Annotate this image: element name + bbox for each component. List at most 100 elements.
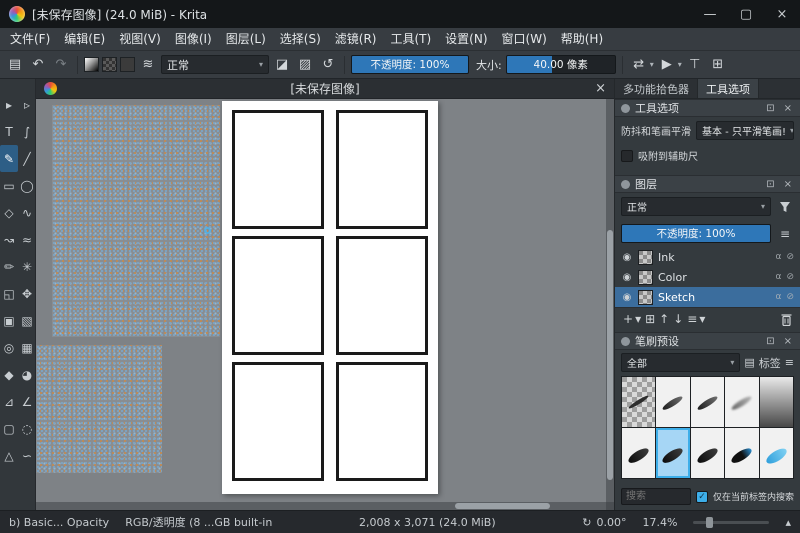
vertical-scrollbar[interactable]	[606, 99, 614, 502]
zoom-slider-track[interactable]	[693, 521, 769, 524]
maximize-button[interactable]: ▢	[728, 0, 764, 28]
chevron-down-icon[interactable]: ▾	[699, 312, 705, 326]
brush-preset[interactable]	[622, 428, 655, 478]
brush-preset[interactable]	[691, 428, 724, 478]
layer-blend-combo[interactable]: 正常 ▾	[621, 197, 771, 216]
layer-row-ink[interactable]: ◉ Ink α ⊘	[615, 247, 800, 267]
brush-preset-selected[interactable]	[656, 428, 689, 478]
tab-tool-options[interactable]: 工具选项	[698, 79, 759, 98]
multibrush-tool[interactable]: ✳	[18, 253, 36, 280]
duplicate-layer-button[interactable]: ⊞	[645, 312, 655, 326]
chevron-down-icon[interactable]: ▾	[678, 60, 682, 69]
close-docker-icon[interactable]: ×	[782, 179, 794, 190]
freehand-select-tool[interactable]: ∽	[18, 442, 36, 469]
layer-filter-icon[interactable]	[776, 197, 794, 216]
layer-properties-button[interactable]: ≡	[687, 312, 697, 326]
freehand-brush-tool[interactable]: ✎	[0, 145, 18, 172]
canvas-viewport[interactable]	[36, 99, 614, 510]
snap-icon[interactable]: ⊤	[685, 55, 705, 75]
visibility-eye-icon[interactable]: ◉	[621, 252, 633, 263]
new-document-icon[interactable]: ▤	[5, 55, 25, 75]
brush-preset[interactable]	[725, 377, 758, 427]
text-tool[interactable]: T	[0, 118, 18, 145]
close-docker-icon[interactable]: ×	[782, 103, 794, 114]
grid-icon[interactable]: ⊞	[708, 55, 728, 75]
brush-preset[interactable]	[656, 377, 689, 427]
redo-icon[interactable]: ↷	[51, 55, 71, 75]
polygon-tool[interactable]: ◇	[0, 199, 18, 226]
menu-select[interactable]: 选择(S)	[273, 28, 328, 50]
chevron-down-icon[interactable]: ▾	[650, 60, 654, 69]
opacity-slider[interactable]: 不透明度: 100%	[351, 55, 469, 74]
wrap-around-icon[interactable]: ▶	[657, 55, 677, 75]
horizontal-scrollbar[interactable]	[36, 502, 606, 510]
preserve-alpha-icon[interactable]: ▨	[295, 55, 315, 75]
zoom-slider-thumb[interactable]	[706, 517, 713, 528]
tag-button[interactable]: 标签	[759, 355, 781, 371]
brush-editor-icon[interactable]: ≋	[138, 55, 158, 75]
alpha-lock-icon[interactable]: ⊘	[786, 292, 794, 302]
menu-layer[interactable]: 图层(L)	[219, 28, 273, 50]
color-swatch[interactable]	[120, 57, 135, 72]
menu-file[interactable]: 文件(F)	[3, 28, 57, 50]
brush-preset[interactable]	[622, 377, 655, 427]
tab-advanced-color-selector[interactable]: 多功能拾色器	[615, 79, 698, 98]
undo-icon[interactable]: ↶	[28, 55, 48, 75]
blend-mode-combo[interactable]: 正常 ▾	[161, 55, 269, 74]
visibility-eye-icon[interactable]: ◉	[621, 292, 633, 303]
ellipse-select-tool[interactable]: ◌	[18, 415, 36, 442]
close-docker-icon[interactable]: ×	[782, 336, 794, 347]
float-docker-icon[interactable]: ⊡	[764, 103, 776, 114]
edit-shapes-tool[interactable]: ▹	[18, 91, 36, 118]
subwindow-close-button[interactable]: ×	[595, 81, 606, 96]
freehand-path-tool[interactable]: ≈	[18, 226, 36, 253]
alpha-lock-icon[interactable]: ⊘	[786, 252, 794, 262]
stabilizer-combo[interactable]: 基本 - 只平滑笔画! ▾	[696, 121, 794, 140]
gradient-swatch[interactable]	[84, 57, 99, 72]
menu-view[interactable]: 视图(V)	[112, 28, 168, 50]
select-shapes-tool[interactable]: ▸	[0, 91, 18, 118]
zoom-menu-caret-icon[interactable]: ▴	[785, 516, 791, 529]
reload-brush-icon[interactable]: ↺	[318, 55, 338, 75]
line-tool[interactable]: ╱	[18, 145, 36, 172]
enclose-fill-tool[interactable]: ◕	[18, 361, 36, 388]
move-layer-down-button[interactable]: ↓	[673, 312, 683, 326]
menu-window[interactable]: 窗口(W)	[495, 28, 554, 50]
menu-tools[interactable]: 工具(T)	[383, 28, 438, 50]
assistants-tool[interactable]: ⊿	[0, 388, 18, 415]
crop-tool[interactable]: ▣	[0, 307, 18, 334]
brush-preset[interactable]	[725, 428, 758, 478]
brush-preset[interactable]	[691, 377, 724, 427]
menu-settings[interactable]: 设置(N)	[438, 28, 494, 50]
ellipse-tool[interactable]: ◯	[18, 172, 36, 199]
add-layer-button[interactable]: +	[623, 312, 633, 326]
alpha-icon[interactable]: α	[776, 252, 782, 262]
horizontal-scrollbar-thumb[interactable]	[455, 503, 550, 509]
alpha-icon[interactable]: α	[776, 272, 782, 282]
polygon-select-tool[interactable]: △	[0, 442, 18, 469]
polyline-tool[interactable]: ∿	[18, 199, 36, 226]
size-slider[interactable]: 40.00 像素	[506, 55, 616, 74]
subwindow-titlebar[interactable]: [未保存图像] ×	[36, 79, 614, 99]
color-sampler-tool[interactable]: ◎	[0, 334, 18, 361]
vertical-scrollbar-thumb[interactable]	[607, 230, 613, 480]
snap-to-assistants-checkbox[interactable]	[621, 150, 633, 162]
transform-tool[interactable]: ◱	[0, 280, 18, 307]
chevron-down-icon[interactable]: ▾	[635, 312, 641, 326]
bezier-curve-tool[interactable]: ↝	[0, 226, 18, 253]
move-tool[interactable]: ✥	[18, 280, 36, 307]
close-button[interactable]: ×	[764, 0, 800, 28]
brush-preset[interactable]	[760, 377, 793, 427]
float-docker-icon[interactable]: ⊡	[764, 336, 776, 347]
layer-row-color[interactable]: ◉ Color α ⊘	[615, 267, 800, 287]
calligraphy-tool[interactable]: ∫	[18, 118, 36, 145]
search-input[interactable]	[621, 488, 691, 505]
dynamic-brush-tool[interactable]: ✏	[0, 253, 18, 280]
gradient-tool[interactable]: ▧	[18, 307, 36, 334]
search-scope-checkbox[interactable]: ✓	[696, 491, 708, 503]
menu-image[interactable]: 图像(I)	[168, 28, 219, 50]
mirror-icon[interactable]: ⇄	[629, 55, 649, 75]
alpha-lock-icon[interactable]: ⊘	[786, 272, 794, 282]
rectangle-tool[interactable]: ▭	[0, 172, 18, 199]
fill-tool[interactable]: ◆	[0, 361, 18, 388]
